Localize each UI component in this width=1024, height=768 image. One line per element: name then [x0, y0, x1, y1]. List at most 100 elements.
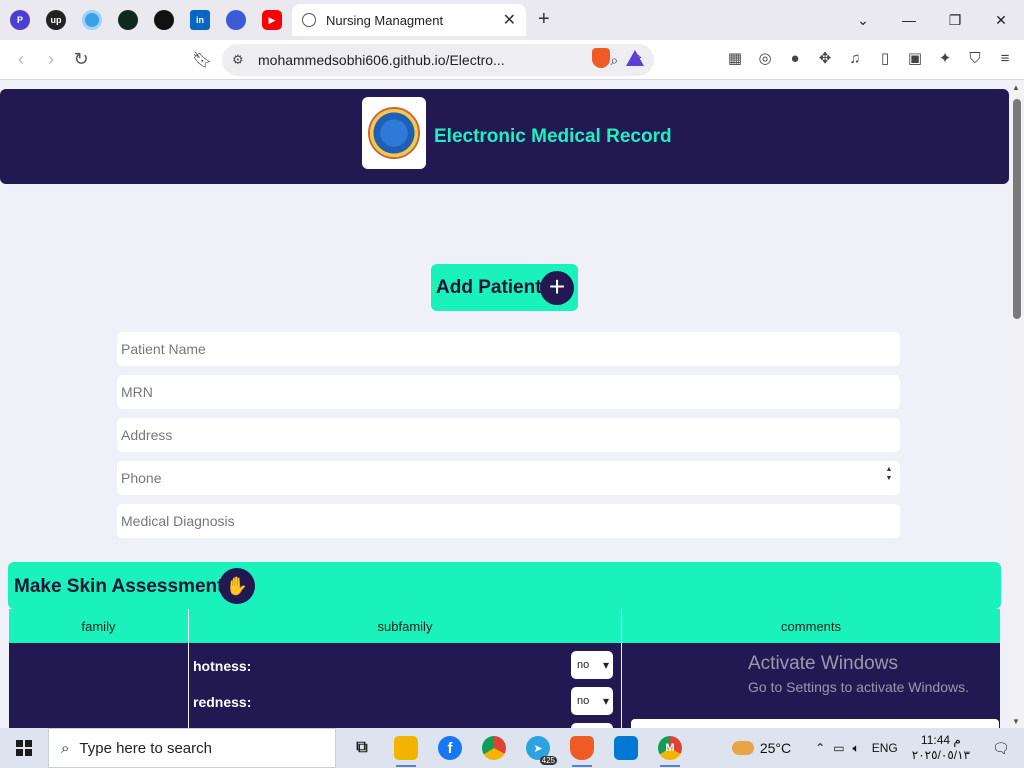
redness-select[interactable]: no — [571, 687, 613, 715]
page-scrollbar[interactable]: ▲ ▼ — [1010, 81, 1024, 728]
pinned-tab[interactable] — [220, 4, 252, 36]
weather-widget[interactable]: 25°C — [731, 740, 791, 756]
extensions-icon[interactable]: ✥ — [816, 48, 834, 68]
watermark-subtitle: Go to Settings to activate Windows. — [748, 679, 969, 695]
crypto-app-icon — [226, 10, 246, 30]
subfamily-cell — [189, 643, 621, 728]
file-explorer-icon — [394, 736, 418, 760]
menu-icon[interactable]: ≡ — [996, 48, 1014, 68]
chrome-button[interactable] — [472, 728, 516, 768]
color-picker-icon[interactable]: ● — [786, 48, 804, 68]
minimize-button[interactable]: — — [886, 12, 932, 28]
pinned-tab[interactable]: ▶ — [256, 4, 288, 36]
pinned-tabs: P up in ▶ — [0, 4, 288, 36]
browser-tab-bar: P up in ▶ Nursing Managment ✕ + ⌄ — ❐ ✕ — [0, 0, 1024, 40]
github-icon — [154, 10, 174, 30]
mrn-input[interactable] — [117, 375, 900, 409]
skin-assessment-title: Make Skin Assessment — [14, 576, 224, 597]
patient-name-input[interactable] — [117, 332, 900, 366]
extension-icon-1[interactable]: ▦ — [726, 48, 744, 68]
vscode-button[interactable] — [604, 728, 648, 768]
pinned-tab[interactable] — [148, 4, 180, 36]
clock[interactable]: 11:44 م ٢٠٢٥/٠٥/١٣ — [912, 733, 970, 763]
hospital-logo — [362, 97, 426, 169]
volume-icon[interactable]: 🔈︎ — [853, 741, 860, 756]
address-bar[interactable]: ⚙ mohammedsobhi606.github.io/Electro... … — [222, 44, 654, 76]
emblem-icon — [368, 107, 420, 159]
wallet-icon[interactable]: ▣ — [906, 48, 924, 68]
file-explorer-button[interactable] — [384, 728, 428, 768]
proton-pass-icon: P — [10, 10, 30, 30]
active-tab[interactable]: Nursing Managment ✕ — [292, 4, 526, 36]
telegram-badge: 425 — [539, 756, 557, 765]
pinned-tab[interactable]: P — [4, 4, 36, 36]
back-button[interactable]: ‹ — [6, 49, 36, 70]
medical-diagnosis-input[interactable] — [117, 504, 900, 538]
upwork-icon: up — [46, 10, 66, 30]
pinned-tab[interactable] — [112, 4, 144, 36]
pinned-tab[interactable] — [76, 4, 108, 36]
facebook-icon: f — [438, 736, 462, 760]
scroll-down-icon[interactable]: ▼ — [1012, 717, 1020, 726]
address-input[interactable] — [117, 418, 900, 452]
phone-spinner[interactable]: ▲ ▼ — [884, 465, 894, 483]
brave-icon — [570, 736, 594, 760]
leaf-app-icon — [118, 10, 138, 30]
hotness-select[interactable]: no — [571, 651, 613, 679]
network-icon[interactable]: ▭ — [833, 741, 844, 756]
close-window-button[interactable]: ✕ — [978, 12, 1024, 29]
system-tray: 25°C ⌃ ▭ 🔈︎ ENG 11:44 م ٢٠٢٥/٠٥/١٣ 🗨︎ — [731, 728, 1024, 768]
scroll-up-icon[interactable]: ▲ — [1012, 83, 1020, 92]
new-tab-button[interactable]: + — [538, 8, 550, 31]
comment-input[interactable] — [631, 719, 999, 728]
reload-button[interactable]: ↻ — [66, 49, 96, 70]
url-text: mohammedsobhi606.github.io/Electro... — [258, 52, 505, 68]
extension-icon-2[interactable]: ◎ — [756, 48, 774, 68]
task-view-button[interactable]: ⧉ — [340, 728, 384, 768]
chrome-profile-button[interactable]: M — [648, 728, 692, 768]
brave-button[interactable] — [560, 728, 604, 768]
tray-icons: ⌃ ▭ 🔈︎ — [815, 741, 860, 756]
sidebar-icon[interactable]: ▯ — [876, 48, 894, 68]
vscode-icon — [614, 736, 638, 760]
language-indicator[interactable]: ENG — [872, 741, 898, 755]
circle-app-icon — [82, 10, 102, 30]
column-header-family: family — [9, 609, 188, 643]
scroll-thumb[interactable] — [1013, 99, 1021, 319]
brave-rewards-icon[interactable] — [626, 50, 644, 66]
telegram-button[interactable]: ➤ 425 — [516, 728, 560, 768]
close-tab-icon[interactable]: ✕ — [503, 10, 516, 30]
start-button[interactable] — [0, 728, 48, 768]
clock-date: ٢٠٢٥/٠٥/١٣ — [911, 748, 970, 762]
restore-button[interactable]: ❐ — [932, 12, 978, 29]
bookmark-icon[interactable]: 🔖︎ — [192, 50, 212, 70]
vpn-icon[interactable]: ⛉ — [966, 48, 984, 68]
windows-logo-icon — [16, 740, 32, 756]
family-cell — [9, 643, 188, 728]
skin-assessment-header[interactable]: Make Skin Assessment ✋ — [8, 562, 1001, 609]
phone-input[interactable] — [117, 461, 900, 495]
leo-ai-icon[interactable]: ✦ — [936, 48, 954, 68]
taskbar-apps: ⧉ f ➤ 425 M — [340, 728, 692, 768]
tab-title: Nursing Managment — [326, 12, 444, 28]
zoom-icon[interactable]: ⌕ — [610, 52, 618, 69]
show-hidden-icons[interactable]: ⌃ — [815, 741, 825, 756]
notifications-icon[interactable]: 🗨︎ — [992, 740, 1012, 757]
pinned-tab[interactable]: in — [184, 4, 216, 36]
redness-label: redness: — [193, 694, 252, 710]
window-controls: ⌄ — ❐ ✕ — [840, 0, 1024, 40]
brave-shields-icon[interactable] — [592, 48, 610, 68]
facebook-button[interactable]: f — [428, 728, 472, 768]
site-header: Electronic Medical Record — [0, 89, 1009, 184]
column-header-comments: comments — [622, 609, 1000, 643]
music-icon[interactable]: ♫ — [846, 48, 864, 68]
site-title: Electronic Medical Record — [434, 126, 672, 147]
forward-button[interactable]: › — [36, 49, 66, 70]
tab-search-icon[interactable]: ⌄ — [840, 12, 886, 29]
toolbar-icons: ▦ ◎ ● ✥ ♫ ▯ ▣ ✦ ⛉ ≡ — [726, 48, 1014, 68]
pinned-tab[interactable]: up — [40, 4, 72, 36]
windows-taskbar: ⌕ Type here to search ⧉ f ➤ 425 M 25°C ⌃ … — [0, 728, 1024, 768]
site-info-icon[interactable]: ⚙ — [232, 52, 248, 68]
taskbar-search[interactable]: ⌕ Type here to search — [48, 728, 336, 768]
add-patient-button[interactable]: Add Patient + — [431, 264, 578, 311]
